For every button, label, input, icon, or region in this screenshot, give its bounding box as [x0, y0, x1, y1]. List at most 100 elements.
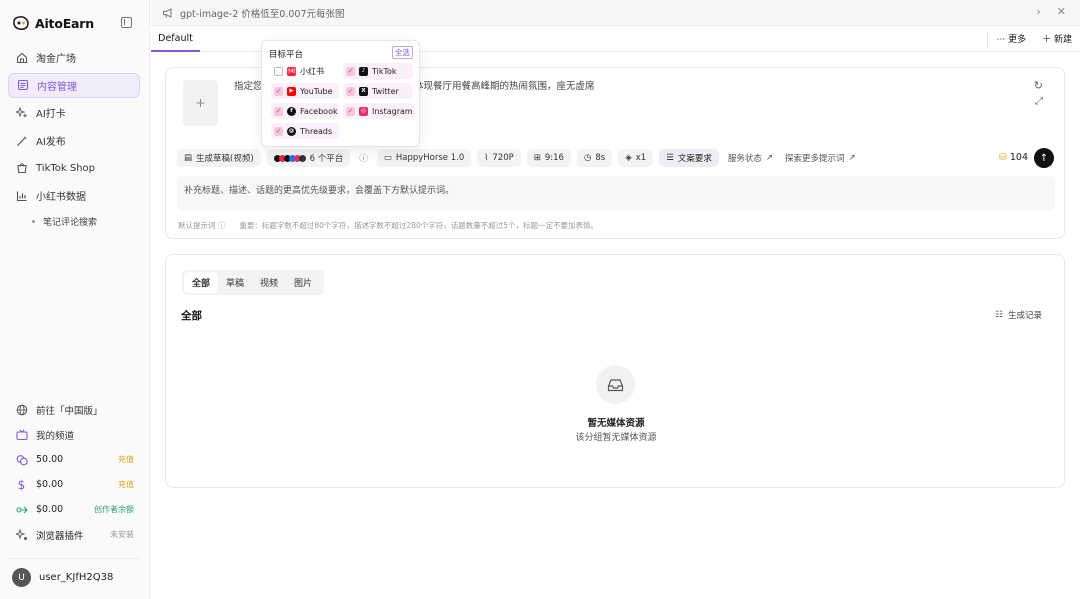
creator-balance-icon [15, 503, 28, 516]
service-status-link[interactable]: 服务状态 ↗ [725, 149, 776, 167]
plus-icon: ＋ [1042, 35, 1054, 45]
bullet-dot [32, 219, 35, 223]
credit-cost-value: 104 [1009, 152, 1028, 163]
brand-logo[interactable]: AitoEarn [12, 14, 94, 32]
credit-value: 50.00 [36, 454, 64, 465]
copy-requirement-label: 文案要求 [677, 154, 712, 164]
resolution-select[interactable]: ⌇ 720P [477, 149, 521, 167]
sidebar-item-ai-publish[interactable]: AI发布 [8, 128, 140, 153]
new-label: 新建 [1053, 35, 1072, 45]
sidebar-item-tiktok-shop[interactable]: TikTok Shop [8, 156, 140, 181]
checkbox[interactable]: ✓ [274, 86, 283, 96]
my-channel-link[interactable]: 我的频道 [8, 422, 140, 447]
sidebar-nav: 淘金广场 内容管理 AI打卡 AI发布 TikTok Shop 小红书数据 笔记… [8, 45, 140, 231]
media-tab-images[interactable]: 图片 [286, 272, 320, 293]
prompt-input-start[interactable]: 指定您 [234, 78, 263, 92]
my-channel-label: 我的频道 [36, 430, 75, 442]
platform-option-threads[interactable]: ✓ @ Threads [271, 123, 339, 139]
explore-prompts-link[interactable]: 探索更多提示词 ↗ [782, 149, 859, 167]
send-button[interactable]: ↑ [1034, 148, 1054, 168]
platform-option-xiaohongshu[interactable]: 小红 小红书 [271, 63, 339, 79]
platform-option-tiktok[interactable]: ✓ ♪ TikTok [343, 63, 413, 79]
checkbox[interactable]: ✓ [274, 126, 283, 136]
checkbox[interactable]: ✓ [346, 86, 355, 96]
default-prompt-hint: 默认提示词 ⓘ 重要：标题字数不超过80个字符，描述字数不超过280个字符，话题… [178, 220, 598, 231]
checkbox[interactable]: ✓ [346, 106, 355, 116]
sidebar-item-content[interactable]: 内容管理 [8, 72, 140, 98]
sidebar-item-plaza[interactable]: 淘金广场 [8, 45, 140, 70]
checkbox[interactable]: ✓ [274, 106, 283, 116]
recharge-link[interactable]: 充值 [118, 479, 134, 490]
expand-icon[interactable]: ⤢ [1035, 96, 1043, 107]
tiktok-icon: ♪ [359, 66, 368, 76]
sidebar-subitem-comment-search[interactable]: 笔记评论搜索 [8, 211, 140, 231]
mode-select[interactable]: ▤ 生成草稿(视频) [177, 149, 261, 167]
bar-chart-icon [15, 189, 28, 202]
instagram-icon: ◎ [359, 106, 368, 116]
service-status-label: 服务状态 [727, 154, 762, 164]
threads-icon: @ [287, 126, 296, 136]
announcement-text[interactable]: gpt-image-2 价格低至0.007元每张图 [180, 6, 345, 20]
shop-icon [15, 162, 28, 175]
credit-value: $0.00 [36, 479, 64, 490]
creator-balance-link[interactable]: 创作者余额 [94, 504, 134, 515]
media-tab-all[interactable]: 全部 [184, 272, 219, 293]
tabs-divider [987, 32, 988, 48]
copy-requirement-button[interactable]: ☰ 文案要求 [659, 149, 719, 167]
media-tab-drafts[interactable]: 草稿 [218, 272, 252, 293]
globe-icon [15, 403, 28, 416]
logo-icon [13, 16, 29, 31]
duration-select[interactable]: ◷ 8s [576, 149, 613, 167]
chevron-right-icon[interactable]: › [1036, 6, 1040, 17]
platform-option-twitter[interactable]: ✓ X Twitter [343, 83, 413, 99]
prompt-input-end[interactable]: 体现餐厅用餐高峰期的热闹氛围，座无虚席 [414, 78, 595, 92]
tab-default[interactable]: Default [151, 27, 200, 52]
info-icon[interactable]: ⓘ [356, 149, 371, 167]
add-media-button[interactable]: + [183, 80, 218, 126]
platform-option-instagram[interactable]: ✓ ◎ Instagram [343, 103, 415, 119]
browser-plugin-row[interactable]: 浏览器插件 未安装 [8, 522, 140, 547]
region-switch-label: 前往「中国版」 [36, 405, 103, 417]
platform-option-youtube[interactable]: ✓ ▶ YouTube [271, 83, 339, 99]
more-button[interactable]: ··· 更多 [997, 32, 1026, 45]
sidebar-item-xhs-data[interactable]: 小红书数据 [8, 183, 140, 208]
empty-state-title: 暂无媒体资源 [587, 418, 645, 429]
generation-record-label: 生成记录 [1007, 311, 1042, 321]
media-tab-videos[interactable]: 视频 [252, 272, 286, 293]
user-profile[interactable]: U user_KJfH2Q38 [12, 568, 113, 587]
announcement-bar: gpt-image-2 价格低至0.007元每张图 › ✕ [151, 0, 1080, 26]
checkbox[interactable] [274, 66, 283, 76]
home-icon [15, 51, 28, 64]
close-icon[interactable]: ✕ [1057, 6, 1066, 17]
region-switch-link[interactable]: 前往「中国版」 [8, 397, 140, 422]
collapse-sidebar-icon[interactable] [121, 17, 132, 28]
sidebar-item-ai-checkin[interactable]: AI打卡 [8, 100, 140, 125]
model-select[interactable]: ▭ HappyHorse 1.0 [376, 149, 472, 167]
external-link-icon: ↗ [765, 153, 774, 163]
platform-select[interactable]: 6 个平台 [266, 149, 351, 167]
sidebar-item-label: TikTok Shop [36, 162, 96, 174]
platform-count: 6 个平台 [309, 154, 344, 164]
refresh-icon[interactable]: ↻ [1034, 79, 1043, 92]
x-twitter-icon: X [359, 86, 368, 96]
count-select[interactable]: ◈ x1 [618, 149, 654, 167]
media-section-title: 全部 [181, 310, 202, 322]
coins-icon [15, 453, 28, 466]
count-label: x1 [635, 153, 647, 163]
dropdown-title: 目标平台 [269, 50, 304, 60]
platform-option-facebook[interactable]: ✓ f Facebook [271, 103, 339, 119]
checkbox[interactable]: ✓ [346, 66, 355, 76]
recharge-link[interactable]: 充值 [118, 454, 134, 465]
select-all-button[interactable]: 全选 [392, 46, 413, 59]
list-check-icon: ☷ [995, 310, 1003, 320]
ratio-select[interactable]: ⊞ 9:16 [526, 149, 571, 167]
new-tab-button[interactable]: ＋ 新建 [1042, 32, 1072, 45]
content-icon [16, 79, 29, 92]
generation-record-button[interactable]: ☷ 生成记录 [995, 309, 1042, 321]
hint-label[interactable]: 默认提示词 ⓘ [178, 220, 225, 231]
plugin-icon [15, 528, 28, 541]
resolution-label: 720P [492, 153, 514, 163]
supplement-input[interactable]: 补充标题、描述、话题的更高优先级要求，会覆盖下方默认提示词。 [177, 176, 1055, 211]
document-icon: ▤ [184, 153, 193, 163]
browser-plugin-label: 浏览器插件 [36, 530, 84, 542]
